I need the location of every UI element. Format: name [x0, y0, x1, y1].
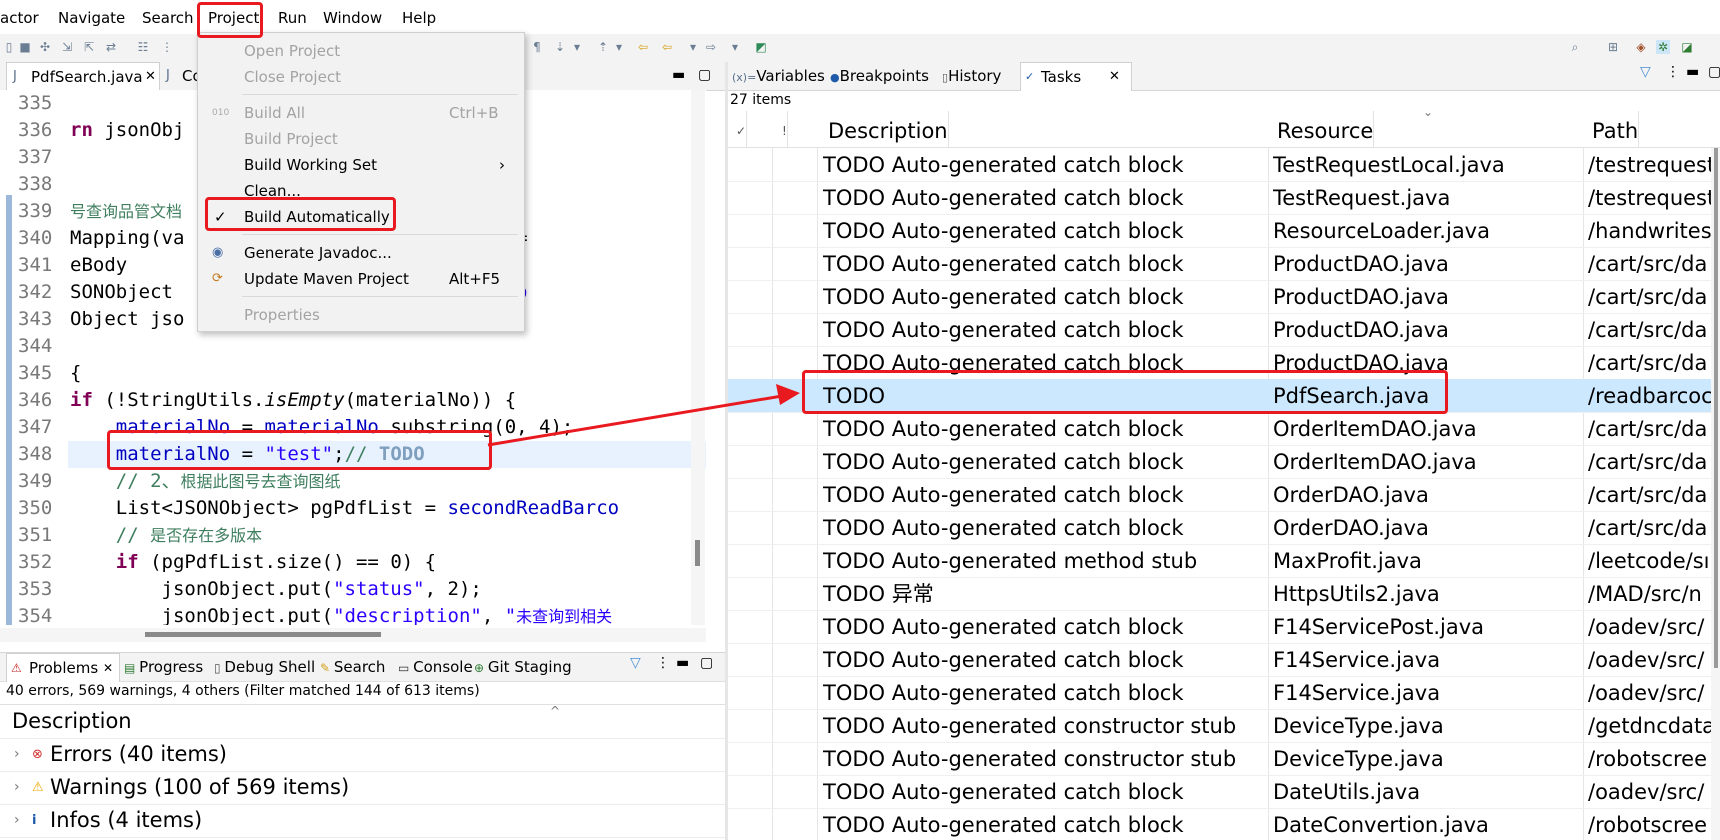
- annotation-arrow: [487, 384, 800, 447]
